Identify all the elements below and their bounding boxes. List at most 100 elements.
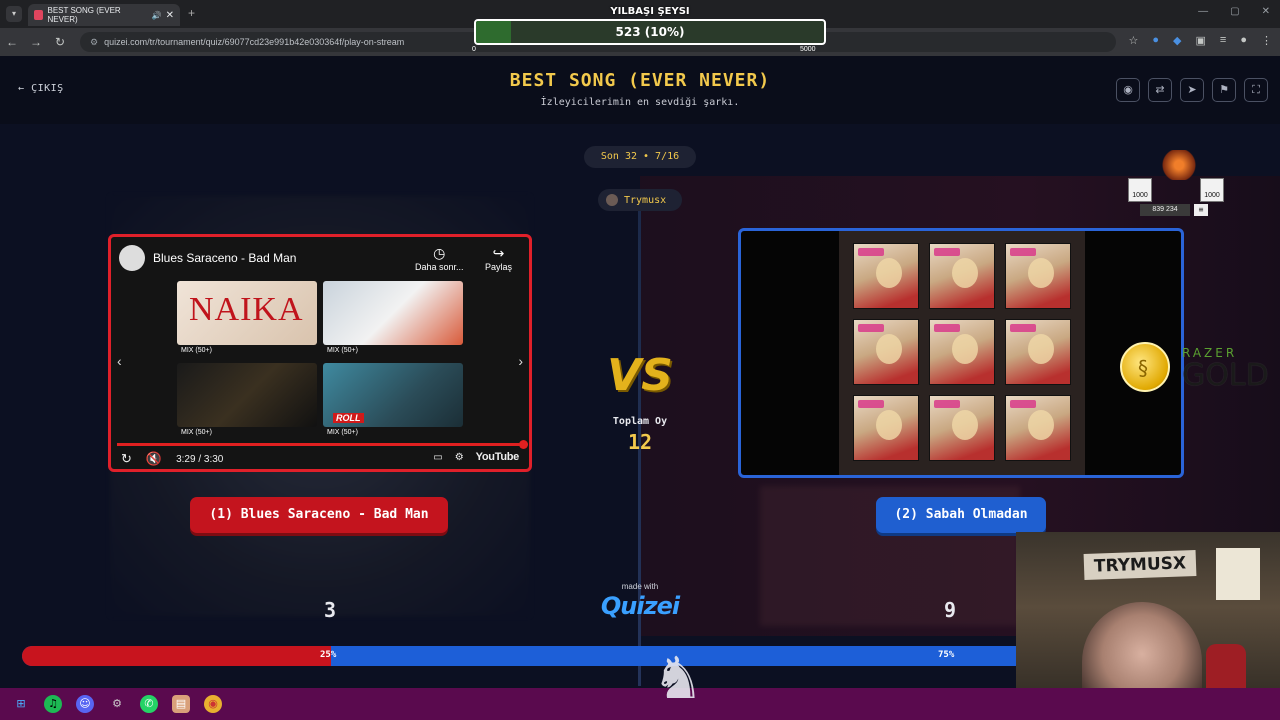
tab-audio-icon[interactable]: 🔊 <box>152 11 162 20</box>
window-controls: — ▢ ✕ <box>1198 6 1270 17</box>
new-tab-button[interactable]: + <box>188 6 195 20</box>
goal-max: 5000 <box>800 46 816 53</box>
forward-icon[interactable]: → <box>24 35 48 49</box>
suggested-video-thumb[interactable]: NAIKA <box>177 281 317 345</box>
razer-gold-coin-icon: § <box>1120 342 1170 392</box>
dragon-logo-icon: ♞ <box>652 644 704 712</box>
close-window-icon[interactable]: ✕ <box>1262 6 1270 17</box>
goal-progress-text: 523 (10%) <box>615 25 685 39</box>
album-cover <box>1005 243 1071 309</box>
mix-label: MIX (50+) <box>327 429 358 436</box>
image-app-icon[interactable]: ▤ <box>172 695 190 713</box>
share-button[interactable]: ↪ Paylaş <box>485 245 512 272</box>
menu-kebab-icon[interactable]: ⋮ <box>1261 34 1272 47</box>
vote-split-red-fill <box>22 646 331 666</box>
extension-shield-icon[interactable]: ◆ <box>1173 34 1181 47</box>
option-2-button[interactable]: (2) Sabah Olmadan <box>876 497 1046 533</box>
option-2-percent: 75% <box>938 650 955 660</box>
suggested-video-thumb[interactable] <box>177 363 317 427</box>
goal-title: YILBAŞI ŞEYSI <box>610 6 690 17</box>
captions-icon[interactable]: ▭ <box>433 452 442 463</box>
streamer-name: Trymusx <box>624 194 667 206</box>
quizei-logo[interactable]: Quizei <box>590 592 690 620</box>
browser-tab[interactable]: BEST SONG (EVER NEVER) 🔊 ✕ <box>28 4 180 26</box>
discord-icon[interactable]: ☺ <box>76 695 94 713</box>
reload-icon[interactable]: ↻ <box>48 35 72 49</box>
watch-later-button[interactable]: ◷ Daha sonr... <box>415 245 464 272</box>
shuffle-icon[interactable]: ⇄ <box>1148 78 1172 102</box>
option-2-votes: 9 <box>943 598 957 622</box>
mix-label: MIX (50+) <box>327 347 358 354</box>
chrome-icon[interactable]: ◉ <box>204 695 222 713</box>
album-cover <box>1005 319 1071 385</box>
mix-label: MIX (50+) <box>181 347 212 354</box>
send-icon[interactable]: ➤ <box>1180 78 1204 102</box>
minimize-icon[interactable]: — <box>1198 6 1208 17</box>
suggested-video-thumb[interactable] <box>323 281 463 345</box>
spotify-icon[interactable]: ♫ <box>44 695 62 713</box>
toolbar-icons: ☆ ● ◆ ▣ ≡ ● ⋮ <box>1129 34 1272 47</box>
widget-menu-icon[interactable]: ≡ <box>1194 204 1208 216</box>
wall-poster <box>1216 548 1260 600</box>
tab-search-icon[interactable]: ▾ <box>6 6 22 22</box>
avatar <box>606 194 618 206</box>
back-icon[interactable]: ← <box>0 35 24 49</box>
chevron-right-icon[interactable]: › <box>518 353 523 369</box>
whatsapp-icon[interactable]: ✆ <box>140 695 158 713</box>
made-with-label: made with <box>621 582 659 591</box>
round-indicator: Son 32 • 7/16 <box>584 146 696 168</box>
profile-icon[interactable]: ● <box>1240 34 1247 47</box>
webcam-sign: TRYMUSX <box>1083 550 1197 580</box>
album-cover <box>853 395 919 461</box>
channel-avatar[interactable] <box>119 245 145 271</box>
album-art-grid <box>839 231 1085 475</box>
option-1-percent: 25% <box>320 650 337 660</box>
watch-later-label: Daha sonr... <box>415 262 464 272</box>
total-votes-value: 12 <box>627 430 653 454</box>
option-2-card[interactable] <box>738 228 1184 478</box>
youtube-logo[interactable]: YouTube <box>476 451 520 463</box>
album-cover <box>929 319 995 385</box>
eye-icon[interactable]: ◉ <box>1116 78 1140 102</box>
video-scrubber[interactable] <box>519 440 528 449</box>
tab-close-icon[interactable]: ✕ <box>166 10 174 21</box>
share-label: Paylaş <box>485 262 513 272</box>
extension-blue-icon[interactable]: ● <box>1152 34 1159 47</box>
video-title[interactable]: Blues Saraceno - Bad Man <box>153 251 296 265</box>
settings-gear-icon[interactable]: ⚙ <box>455 452 464 463</box>
maximize-icon[interactable]: ▢ <box>1230 6 1239 17</box>
video-progress-bar[interactable] <box>117 443 523 446</box>
thumb-text: ROLL <box>333 413 364 423</box>
total-votes-label: Toplam Oy <box>612 416 668 427</box>
mix-label: MIX (50+) <box>181 429 212 436</box>
suggested-video-thumb[interactable]: ROLL <box>323 363 463 427</box>
album-cover <box>853 319 919 385</box>
option-1-votes: 3 <box>323 598 337 622</box>
extensions-puzzle-icon[interactable]: ▣ <box>1196 34 1206 47</box>
mute-icon[interactable]: 🔇 <box>146 451 162 467</box>
flower-icon <box>1162 150 1196 180</box>
album-cover <box>1005 395 1071 461</box>
quiz-subtitle: İzleyicilerimin en sevdiği şarkı. <box>540 97 740 108</box>
razer-gold-sponsor: § RAZER GOLD <box>1120 340 1280 396</box>
vs-lightning-icon: VS <box>607 350 673 401</box>
replay-icon[interactable]: ↻ <box>121 451 132 467</box>
fullscreen-icon[interactable]: ⛶ <box>1244 78 1268 102</box>
option-1-button[interactable]: (1) Blues Saraceno - Bad Man <box>190 497 448 533</box>
windows-start-icon[interactable]: ⊞ <box>12 695 30 713</box>
bookmark-star-icon[interactable]: ☆ <box>1129 34 1139 47</box>
media-controls-icon[interactable]: ≡ <box>1220 34 1226 47</box>
share-arrow-icon: ↪ <box>492 245 505 261</box>
video-header: Blues Saraceno - Bad Man <box>119 245 296 271</box>
widget-box-left: 1000 <box>1128 178 1152 202</box>
settings-cog-icon[interactable]: ⚙ <box>108 695 126 713</box>
flag-icon[interactable]: ⚑ <box>1212 78 1236 102</box>
option-1-card[interactable]: Blues Saraceno - Bad Man ◷ Daha sonr... … <box>108 234 532 472</box>
video-time: 3:29 / 3:30 <box>176 453 224 465</box>
chevron-left-icon[interactable]: ‹ <box>117 353 122 369</box>
goal-progress-bar: 523 (10%) <box>474 19 826 45</box>
site-info-icon[interactable]: ⚙ <box>90 37 98 48</box>
widget-counter: 839 234 <box>1140 204 1190 216</box>
clock-icon: ◷ <box>433 245 446 261</box>
gold-label: GOLD <box>1182 358 1269 393</box>
